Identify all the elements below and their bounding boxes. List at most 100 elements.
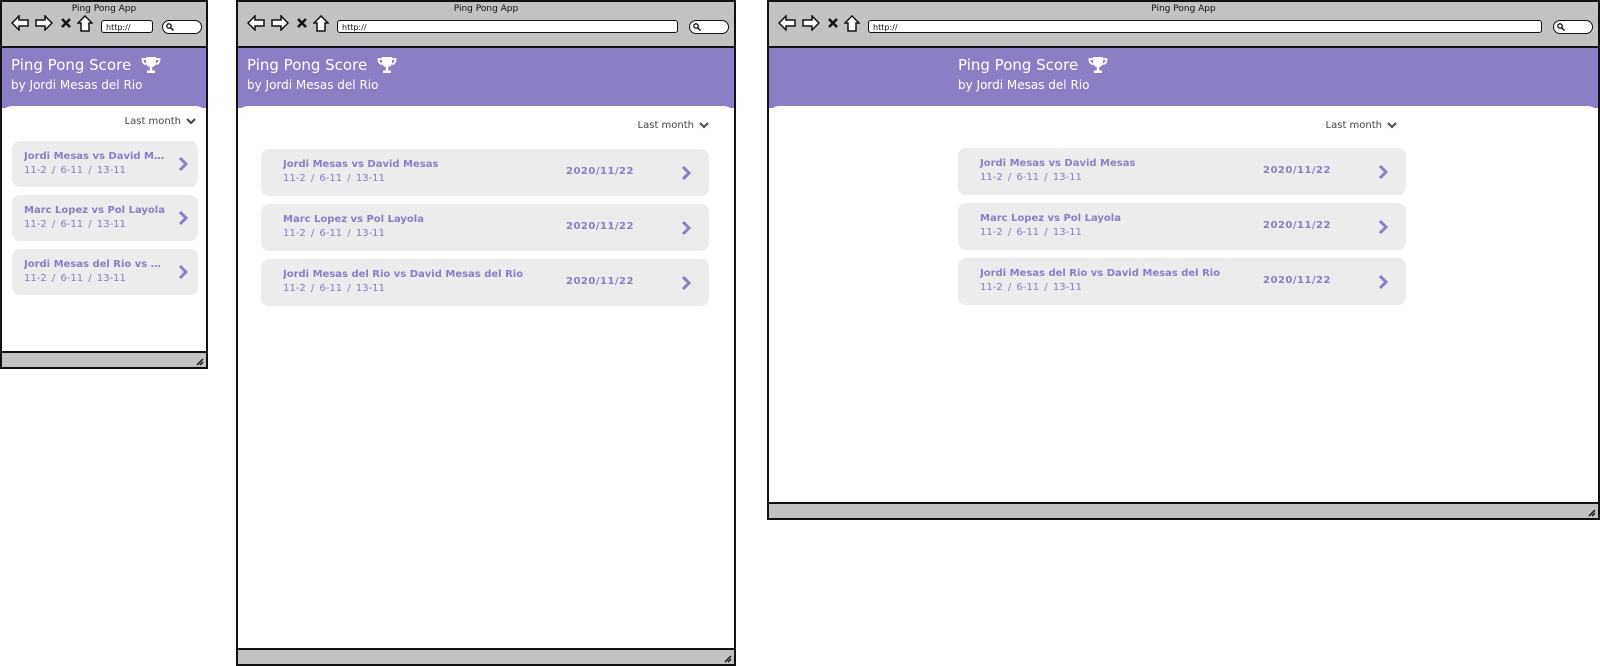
match-scores: 11-2 / 6-11 / 13-11 [283,228,385,239]
chevron-down-icon [699,122,709,129]
app-header: Ping Pong Score by Jordi Mesas del Rio [2,48,206,108]
match-scores: 11-2 / 6-11 / 13-11 [24,273,126,284]
url-input[interactable]: http:// [101,20,153,33]
match-card[interactable]: Jordi Mesas vs David Mesas 11-2 / 6-11 /… [958,148,1406,195]
chevron-right-icon[interactable] [178,156,188,172]
page-title-row: Ping Pong Score [247,56,397,74]
home-icon[interactable] [844,15,860,32]
resize-grip-icon[interactable] [722,653,732,663]
match-scores: 11-2 / 6-11 / 13-11 [283,283,385,294]
resize-grip-icon[interactable] [194,356,204,366]
browser-search-input[interactable] [162,20,202,34]
chevron-down-icon [1387,122,1397,129]
chevron-right-icon[interactable] [178,264,188,280]
page-title: Ping Pong Score [11,56,132,74]
period-filter-label: Last month [124,116,181,127]
period-filter-dropdown[interactable]: Last month [1326,120,1397,131]
match-card[interactable]: Marc Lopez vs Pol Layola 11-2 / 6-11 / 1… [261,204,709,251]
match-card[interactable]: Jordi Mesas del Rio vs David Mesas del R… [261,259,709,306]
match-players: Marc Lopez vs Pol Layola [24,205,165,216]
resize-grip-icon[interactable] [1586,507,1596,517]
browser-toolbar: Ping Pong App http:// [769,2,1598,48]
window-title: Ping Pong App [1151,4,1216,14]
chevron-right-icon[interactable] [1378,274,1388,290]
page-title-row: Ping Pong Score [11,56,161,74]
browser-status-bar [238,648,734,664]
back-arrow-icon[interactable] [778,15,796,31]
match-players: Jordi Mesas del Rio vs David Mesas del R… [980,268,1221,279]
match-card[interactable]: Jordi Mesas vs David Mesas 11-2 / 6-11 /… [12,141,198,187]
match-scores: 11-2 / 6-11 / 13-11 [24,165,126,176]
trophy-icon [377,57,397,73]
match-scores: 11-2 / 6-11 / 13-11 [24,219,126,230]
forward-arrow-icon[interactable] [35,15,53,31]
forward-arrow-icon[interactable] [271,15,289,31]
chevron-down-icon [186,118,196,125]
browser-window-tablet: Ping Pong App http:// Ping Pong Score by… [236,0,736,666]
page-subtitle: by Jordi Mesas del Rio [958,78,1090,92]
match-card[interactable]: Jordi Mesas del Rio vs David Mesas del R… [958,258,1406,305]
browser-search-input[interactable] [689,20,729,34]
page-title-row: Ping Pong Score [958,56,1108,74]
chevron-right-icon[interactable] [681,220,691,236]
home-icon[interactable] [313,15,329,32]
browser-window-mobile: Ping Pong App http:// Ping Pong Score by… [0,0,208,369]
main-content: Last month Jordi Mesas vs David Mesas 11… [238,106,734,648]
browser-status-bar [2,351,206,367]
page-title: Ping Pong Score [247,56,368,74]
period-filter-label: Last month [1325,120,1382,131]
match-players: Jordi Mesas vs David Mesas [283,159,439,170]
app-header: Ping Pong Score by Jordi Mesas del Rio [769,48,1598,108]
chevron-right-icon[interactable] [1378,164,1388,180]
search-icon [166,23,174,31]
period-filter-dropdown[interactable]: Last month [125,116,196,127]
home-icon[interactable] [77,15,93,32]
search-icon [693,23,701,31]
browser-toolbar: Ping Pong App http:// [238,2,734,48]
match-players: Marc Lopez vs Pol Layola [980,213,1121,224]
page-subtitle: by Jordi Mesas del Rio [247,78,379,92]
match-card[interactable]: Jordi Mesas del Rio vs David Mesas del R… [12,249,198,295]
trophy-icon [141,57,161,73]
period-filter-dropdown[interactable]: Last month [638,120,709,131]
match-players: Jordi Mesas del Rio vs David Mesas del R… [24,259,169,270]
browser-search-input[interactable] [1553,20,1593,34]
match-date: 2020/11/22 [1263,165,1331,176]
browser-window-desktop: Ping Pong App http:// Ping Pong Score by… [767,0,1600,520]
main-content: Last month Jordi Mesas vs David Mesas 11… [769,106,1598,502]
app-header: Ping Pong Score by Jordi Mesas del Rio [238,48,734,108]
window-title: Ping Pong App [71,4,137,14]
window-title: Ping Pong App [453,4,519,14]
match-players: Jordi Mesas vs David Mesas [24,151,169,162]
match-players: Jordi Mesas vs David Mesas [980,158,1136,169]
chevron-right-icon[interactable] [1378,219,1388,235]
match-players: Jordi Mesas del Rio vs David Mesas del R… [283,269,524,280]
page-title: Ping Pong Score [958,56,1079,74]
forward-arrow-icon[interactable] [802,15,820,31]
stop-icon[interactable] [60,17,72,29]
match-card[interactable]: Marc Lopez vs Pol Layola 11-2 / 6-11 / 1… [958,203,1406,250]
search-icon [1557,23,1565,31]
stop-icon[interactable] [827,17,839,29]
match-scores: 11-2 / 6-11 / 13-11 [980,282,1082,293]
back-arrow-icon[interactable] [247,15,265,31]
main-content: Last month Jordi Mesas vs David Mesas 11… [2,106,206,351]
match-date: 2020/11/22 [1263,220,1331,231]
stop-icon[interactable] [296,17,308,29]
chevron-right-icon[interactable] [681,165,691,181]
trophy-icon [1088,57,1108,73]
match-scores: 11-2 / 6-11 / 13-11 [980,227,1082,238]
chevron-right-icon[interactable] [681,275,691,291]
browser-toolbar: Ping Pong App http:// [2,2,206,48]
match-card[interactable]: Jordi Mesas vs David Mesas 11-2 / 6-11 /… [261,149,709,196]
match-players: Marc Lopez vs Pol Layola [283,214,424,225]
url-input[interactable]: http:// [868,20,1542,33]
back-arrow-icon[interactable] [11,15,29,31]
match-date: 2020/11/22 [566,276,634,287]
url-input[interactable]: http:// [337,20,678,33]
match-card[interactable]: Marc Lopez vs Pol Layola 11-2 / 6-11 / 1… [12,195,198,241]
match-date: 2020/11/22 [566,221,634,232]
match-date: 2020/11/22 [566,166,634,177]
chevron-right-icon[interactable] [178,210,188,226]
page-subtitle: by Jordi Mesas del Rio [11,78,143,92]
